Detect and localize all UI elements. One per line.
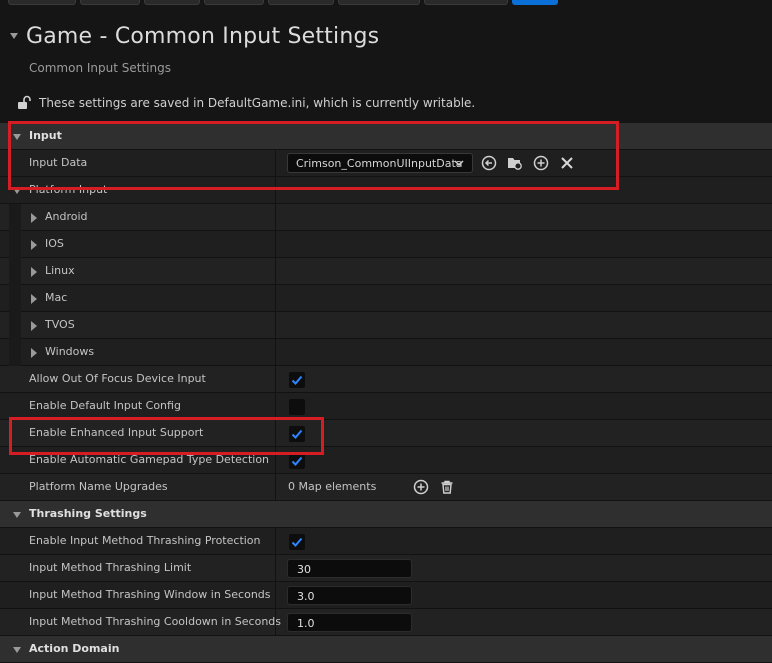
expand-arrow-icon[interactable] (31, 240, 37, 250)
section-label: Thrashing Settings (29, 507, 147, 520)
add-icon[interactable] (533, 155, 549, 171)
property-thrashing-limit: Input Method Thrashing Limit 30 (0, 555, 772, 582)
property-platform-name-upgrades: Platform Name Upgrades 0 Map elements (0, 474, 772, 501)
property-label: Enable Automatic Gamepad Type Detection (29, 453, 270, 466)
property-label: Enable Input Method Thrashing Protection (29, 534, 261, 547)
checkbox[interactable] (289, 453, 305, 469)
chevron-down-icon (454, 160, 464, 167)
property-label: Platform Input (29, 183, 108, 196)
checkmark-icon (291, 429, 303, 439)
toolbar-button[interactable] (144, 0, 200, 5)
toolbar-button[interactable] (80, 0, 140, 5)
property-label: Input Method Thrashing Cooldown in Secon… (29, 615, 282, 628)
platform-row-android[interactable]: Android (0, 204, 772, 231)
collapse-arrow-icon[interactable] (13, 647, 21, 653)
property-label: Enable Enhanced Input Support (29, 426, 204, 439)
expand-arrow-icon[interactable] (31, 348, 37, 358)
property-label: Allow Out Of Focus Device Input (29, 372, 206, 385)
property-thrashing-window: Input Method Thrashing Window in Seconds… (0, 582, 772, 609)
expand-arrow-icon[interactable] (31, 267, 37, 277)
property-label: Input Data (29, 156, 88, 169)
toolbar-button[interactable] (268, 0, 334, 5)
platform-row-linux[interactable]: Linux (0, 258, 772, 285)
platform-label: Android (45, 210, 88, 223)
property-thrashing-protection: Enable Input Method Thrashing Protection (0, 528, 772, 555)
section-input[interactable]: Input (0, 123, 772, 150)
property-label: Input Method Thrashing Window in Seconds (29, 588, 271, 601)
page-subtitle: Common Input Settings (29, 61, 171, 75)
input-data-dropdown[interactable]: Crimson_CommonUIInputData (287, 153, 473, 173)
checkmark-icon (291, 375, 303, 385)
checkbox[interactable] (289, 399, 305, 415)
platform-label: Windows (45, 345, 95, 358)
section-label: Action Domain (29, 642, 120, 655)
platform-label: IOS (45, 237, 64, 250)
platform-row-ios[interactable]: IOS (0, 231, 772, 258)
property-enable-enhanced-input: Enable Enhanced Input Support (0, 420, 772, 447)
collapse-arrow-icon[interactable] (13, 512, 21, 518)
browse-folder-icon[interactable] (507, 155, 523, 171)
platform-label: TVOS (45, 318, 75, 331)
collapse-arrow-icon[interactable] (10, 33, 18, 39)
add-element-icon[interactable] (413, 479, 429, 495)
checkmark-icon (291, 537, 303, 547)
category-header[interactable]: Game - Common Input Settings (10, 22, 379, 50)
use-selected-asset-icon[interactable] (481, 155, 497, 171)
toolbar-primary-button[interactable] (512, 0, 558, 5)
collapse-arrow-icon[interactable] (13, 134, 21, 140)
clear-icon[interactable] (559, 155, 575, 171)
unlock-icon (18, 95, 31, 109)
collapse-arrow-icon[interactable] (13, 188, 21, 194)
details-panel: Input Input Data Crimson_CommonUIInputDa… (0, 123, 772, 663)
property-input-data: Input Data Crimson_CommonUIInputData (0, 150, 772, 177)
platform-label: Linux (45, 264, 75, 277)
expand-arrow-icon[interactable] (31, 321, 37, 331)
toolbar-button[interactable] (424, 0, 508, 5)
checkbox[interactable] (289, 534, 305, 550)
toolbar-button[interactable] (338, 0, 420, 5)
thrashing-limit-input[interactable]: 30 (287, 559, 412, 578)
platform-row-tvos[interactable]: TVOS (0, 312, 772, 339)
property-platform-input[interactable]: Platform Input (0, 177, 772, 204)
toolbar-button[interactable] (204, 0, 264, 5)
expand-arrow-icon[interactable] (31, 213, 37, 223)
property-label: Input Method Thrashing Limit (29, 561, 192, 574)
page-title: Game - Common Input Settings (26, 23, 380, 49)
map-count: 0 Map elements (288, 480, 377, 493)
checkmark-icon (291, 456, 303, 466)
expand-arrow-icon[interactable] (31, 294, 37, 304)
property-enable-default-input-config: Enable Default Input Config (0, 393, 772, 420)
platform-row-windows[interactable]: Windows (0, 339, 772, 366)
checkbox[interactable] (289, 426, 305, 442)
config-notice: These settings are saved in DefaultGame.… (16, 95, 475, 111)
section-action-domain[interactable]: Action Domain (0, 636, 772, 663)
toolbar-button[interactable] (8, 0, 76, 5)
notice-text: These settings are saved in DefaultGame.… (39, 96, 476, 110)
property-allow-out-of-focus: Allow Out Of Focus Device Input (0, 366, 772, 393)
property-enable-auto-gamepad: Enable Automatic Gamepad Type Detection (0, 447, 772, 474)
property-thrashing-cooldown: Input Method Thrashing Cooldown in Secon… (0, 609, 772, 636)
dropdown-value: Crimson_CommonUIInputData (296, 157, 463, 170)
checkbox[interactable] (289, 372, 305, 388)
trash-icon[interactable] (439, 479, 455, 495)
thrashing-window-input[interactable]: 3.0 (287, 586, 412, 605)
platform-row-mac[interactable]: Mac (0, 285, 772, 312)
property-label: Enable Default Input Config (29, 399, 181, 412)
section-thrashing[interactable]: Thrashing Settings (0, 501, 772, 528)
section-label: Input (29, 129, 62, 142)
platform-label: Mac (45, 291, 68, 304)
thrashing-cooldown-input[interactable]: 1.0 (287, 613, 412, 632)
top-toolbar (0, 0, 772, 6)
property-label: Platform Name Upgrades (29, 480, 168, 493)
